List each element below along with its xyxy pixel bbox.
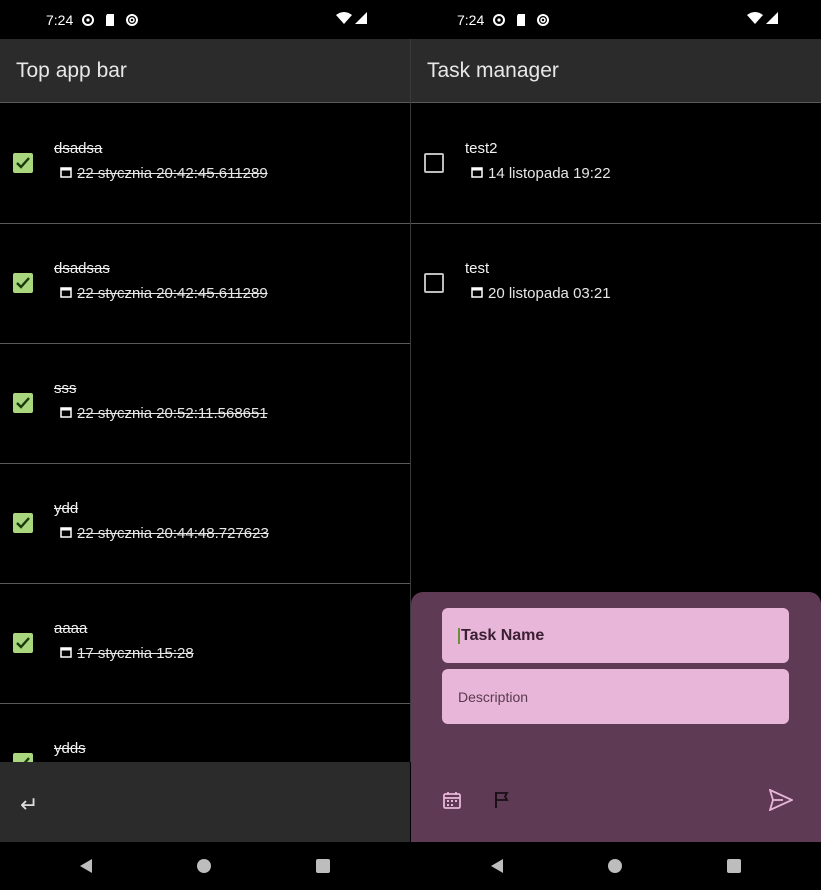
task-checkbox[interactable]	[424, 273, 444, 293]
calendar-icon	[60, 645, 72, 662]
top-app-bar: Task manager	[411, 39, 821, 103]
list-item[interactable]: sss 22 stycznia 20:52:11.568651	[0, 344, 410, 464]
back-icon[interactable]	[489, 858, 505, 879]
task-date: 22 stycznia 20:52:11.568651	[60, 405, 268, 422]
description-input[interactable]: Description	[442, 669, 789, 724]
recents-icon[interactable]	[727, 859, 741, 873]
task-date: 14 listopada 19:22	[471, 165, 611, 182]
sd-card-icon	[101, 11, 119, 29]
task-date-text: 14 listopada 19:22	[488, 165, 611, 182]
calendar-icon	[471, 165, 483, 182]
task-checkbox[interactable]	[13, 153, 33, 173]
task-list: test2 14 listopada 19:22 test 20 listopa…	[411, 104, 821, 344]
task-checkbox[interactable]	[13, 393, 33, 413]
task-name-placeholder: Task Name	[461, 626, 545, 644]
cell-signal-icon	[765, 11, 779, 28]
description-placeholder: Description	[458, 688, 529, 705]
task-date: 22 stycznia 20:42:45.611289	[60, 165, 268, 182]
task-date-text: 22 stycznia 20:42:45.611289	[77, 165, 268, 182]
wifi-icon	[747, 11, 763, 28]
wifi-icon	[336, 11, 352, 28]
calendar-icon	[60, 525, 72, 542]
gear-icon	[534, 11, 552, 29]
status-time: 7:24	[457, 11, 485, 28]
system-nav-bar	[411, 842, 821, 890]
recents-icon[interactable]	[316, 859, 330, 873]
back-icon[interactable]	[78, 858, 94, 879]
calendar-icon	[60, 405, 72, 422]
task-date-text: 17 stycznia 15:28	[77, 645, 194, 662]
status-time: 7:24	[46, 11, 74, 28]
list-item[interactable]: dsadsa 22 stycznia 20:42:45.611289	[0, 104, 410, 224]
page-title: Task manager	[427, 58, 559, 82]
settings-icon	[79, 11, 97, 29]
left-screen: 7:24 Top app bar dsadsa 22 stycznia 20:4…	[0, 0, 410, 890]
task-checkbox[interactable]	[13, 273, 33, 293]
task-title: sss	[54, 380, 77, 397]
task-title: dsadsas	[54, 260, 110, 277]
task-checkbox[interactable]	[13, 513, 33, 533]
status-bar: 7:24	[0, 0, 410, 39]
list-item[interactable]: aaaa 17 stycznia 15:28	[0, 584, 410, 704]
calendar-icon	[60, 165, 72, 182]
text-cursor	[458, 627, 460, 644]
task-date: 22 stycznia 20:42:45.611289	[60, 285, 268, 302]
calendar-icon	[60, 285, 72, 302]
calendar-icon[interactable]	[442, 790, 462, 815]
status-bar: 7:24	[411, 0, 821, 39]
task-name-input[interactable]: Task Name	[442, 608, 789, 663]
list-item[interactable]: dsadsas 22 stycznia 20:42:45.611289	[0, 224, 410, 344]
gear-icon	[123, 11, 141, 29]
task-date: 22 stycznia 20:44:48.727623	[60, 525, 269, 542]
top-app-bar: Top app bar	[0, 39, 410, 103]
list-item[interactable]: test2 14 listopada 19:22	[411, 104, 821, 224]
right-screen: 7:24 Task manager test2 14 listopada 19:…	[411, 0, 821, 890]
task-date-text: 22 stycznia 20:42:45.611289	[77, 285, 268, 302]
bottom-app-bar: ↵	[0, 762, 410, 842]
page-title: Top app bar	[16, 58, 127, 82]
flag-icon[interactable]	[492, 790, 512, 815]
task-title: dsadsa	[54, 140, 103, 157]
task-date: 20 listopada 03:21	[471, 285, 611, 302]
task-checkbox[interactable]	[13, 633, 33, 653]
system-nav-bar	[0, 842, 410, 890]
task-date-text: 22 stycznia 20:52:11.568651	[77, 405, 268, 422]
task-date: 17 stycznia 15:28	[60, 645, 194, 662]
send-icon[interactable]	[768, 788, 795, 816]
task-list: dsadsa 22 stycznia 20:42:45.611289 dsads…	[0, 104, 410, 824]
task-date-text: 22 stycznia 20:44:48.727623	[77, 525, 269, 542]
sd-card-icon	[512, 11, 530, 29]
settings-icon	[490, 11, 508, 29]
task-title: ydds	[54, 740, 86, 757]
list-item[interactable]: test 20 listopada 03:21	[411, 224, 821, 344]
task-title: ydd	[54, 500, 79, 517]
task-date-text: 20 listopada 03:21	[488, 285, 611, 302]
task-checkbox[interactable]	[424, 153, 444, 173]
list-item[interactable]: ydd 22 stycznia 20:44:48.727623	[0, 464, 410, 584]
home-icon[interactable]	[608, 859, 622, 873]
add-task-sheet: Task Name Description	[411, 592, 821, 842]
home-icon[interactable]	[197, 859, 211, 873]
cell-signal-icon	[354, 11, 368, 28]
task-title: aaaa	[54, 620, 88, 637]
keyboard-return-icon[interactable]: ↵	[20, 792, 38, 818]
calendar-icon	[471, 285, 483, 302]
task-title: test	[465, 260, 490, 277]
task-title: test2	[465, 140, 498, 157]
